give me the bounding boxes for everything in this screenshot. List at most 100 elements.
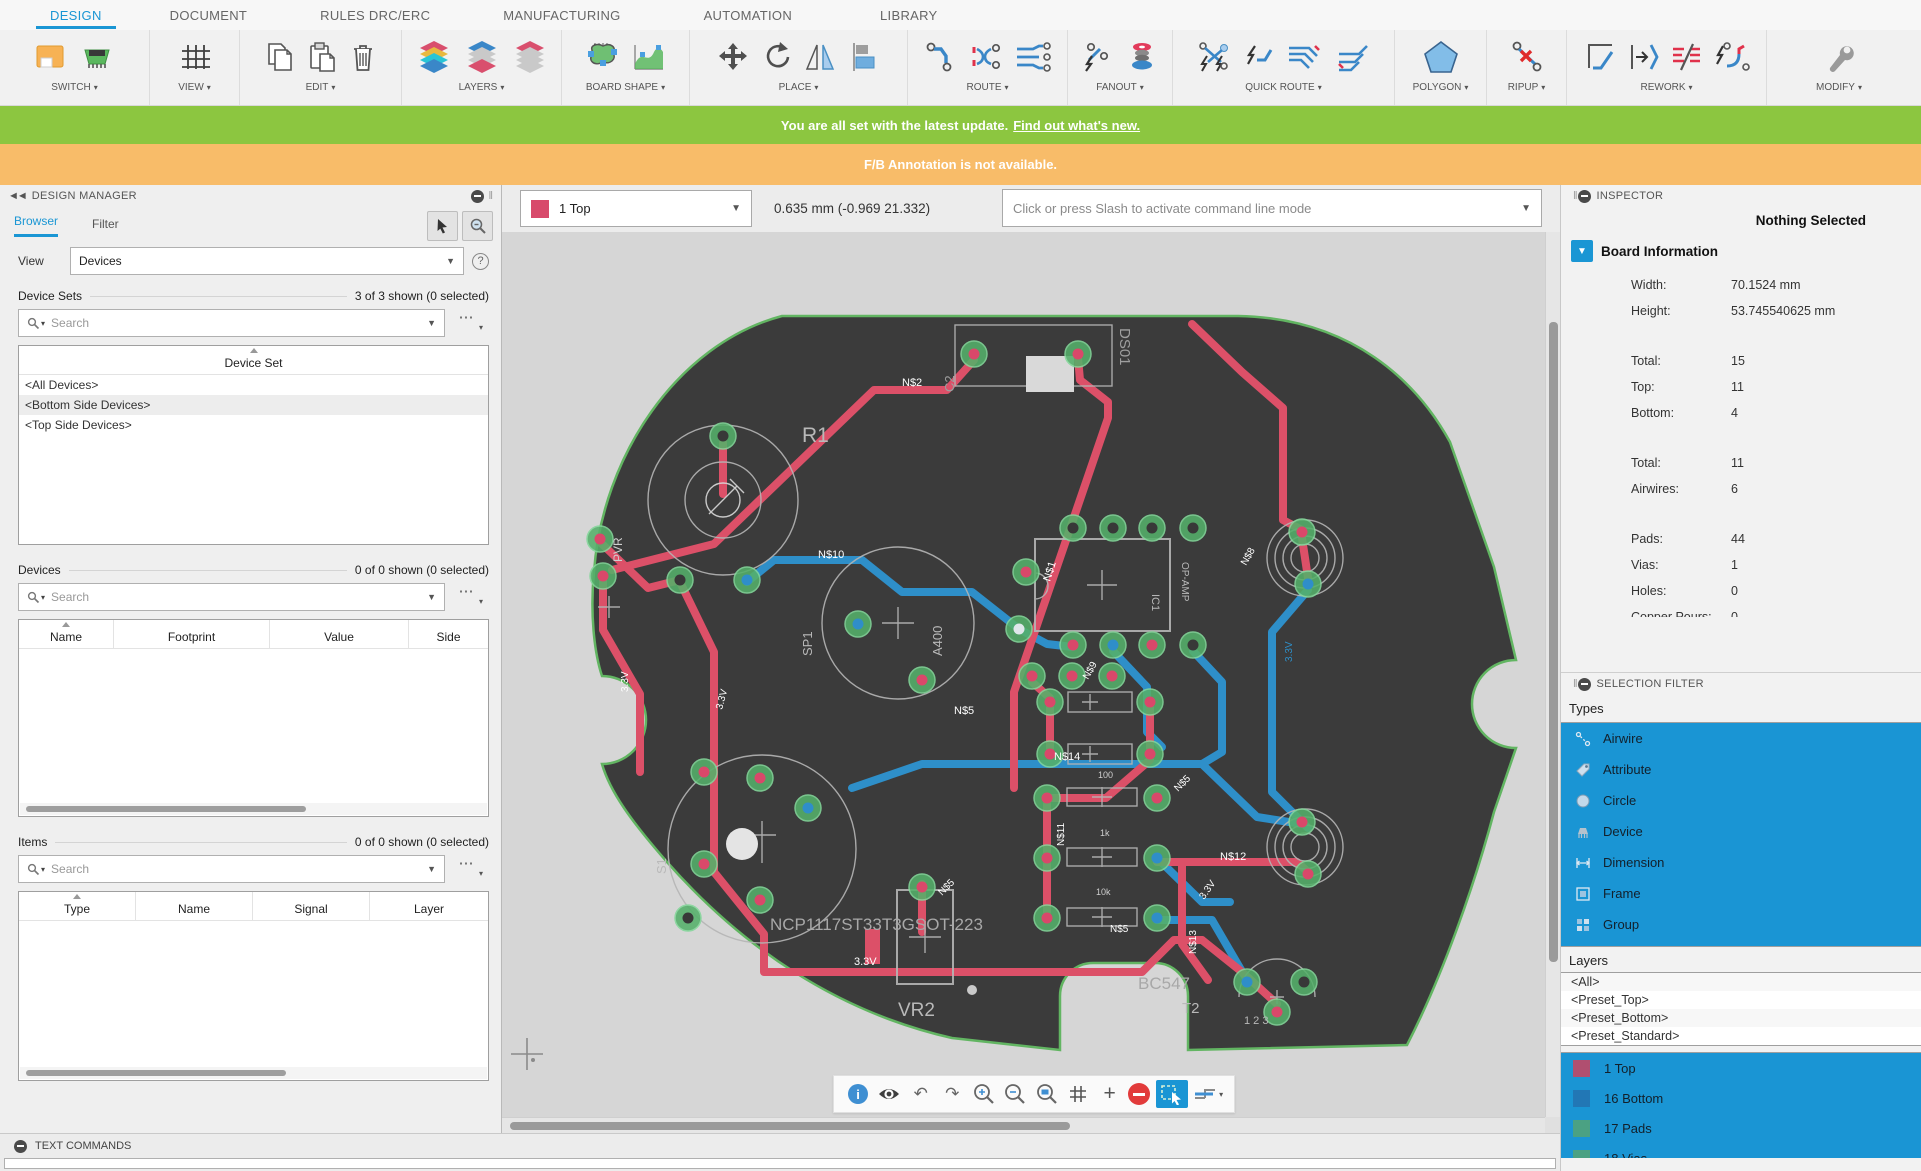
tab-browser[interactable]: Browser bbox=[14, 214, 58, 237]
zoom-selected-button[interactable] bbox=[462, 211, 493, 241]
toolbar-dropdown-switch[interactable]: SWITCH▾ bbox=[51, 82, 97, 93]
toolbar-dropdown-fanout[interactable]: FANOUT▾ bbox=[1096, 82, 1144, 93]
menu-tab-automation[interactable]: AUTOMATION bbox=[690, 2, 806, 29]
layers-top-icon[interactable] bbox=[509, 38, 551, 76]
polygon-icon[interactable] bbox=[1420, 38, 1462, 76]
device-sets-search-input[interactable]: ▾ Search ▼ bbox=[18, 309, 445, 337]
column-header-footprint[interactable]: Footprint bbox=[114, 620, 269, 648]
help-icon[interactable]: ? bbox=[472, 253, 489, 270]
select-tool-button[interactable] bbox=[427, 211, 458, 241]
ripup-icon[interactable] bbox=[1508, 39, 1546, 75]
paste-icon[interactable] bbox=[304, 39, 340, 75]
delete-icon[interactable] bbox=[346, 39, 380, 75]
command-line-input[interactable]: Click or press Slash to activate command… bbox=[1002, 189, 1542, 227]
copy-icon[interactable] bbox=[262, 39, 298, 75]
layer-item-17-pads[interactable]: 17 Pads bbox=[1561, 1113, 1921, 1143]
canvas-vscrollbar[interactable] bbox=[1545, 232, 1560, 1117]
menu-tab-manufacturing[interactable]: MANUFACTURING bbox=[489, 2, 634, 29]
quickroute-multi2-icon[interactable] bbox=[1332, 39, 1374, 75]
menu-tab-library[interactable]: LIBRARY bbox=[866, 2, 952, 29]
fanout-via-stack-icon[interactable] bbox=[1123, 39, 1161, 75]
column-header-layer[interactable]: Layer bbox=[370, 892, 488, 920]
collapse-panel-icon[interactable]: ◄◄ bbox=[8, 190, 26, 202]
items-hscrollbar[interactable] bbox=[20, 1067, 487, 1079]
whats-new-link[interactable]: Find out what's new. bbox=[1013, 118, 1140, 133]
layer-item-18-vias[interactable]: 18 Vias bbox=[1561, 1143, 1921, 1158]
zoom-fit-button[interactable] bbox=[1034, 1081, 1060, 1107]
redo-button[interactable]: ↷ bbox=[939, 1081, 965, 1107]
canvas-hscrollbar[interactable] bbox=[502, 1117, 1545, 1133]
list-item-all-devices[interactable]: <All Devices> bbox=[19, 375, 488, 395]
toolbar-dropdown-polygon[interactable]: POLYGON▾ bbox=[1413, 82, 1469, 93]
minimize-text-commands-icon[interactable] bbox=[14, 1140, 27, 1153]
toolbar-dropdown-rework[interactable]: REWORK▾ bbox=[1640, 82, 1692, 93]
toolbar-dropdown-view[interactable]: VIEW▾ bbox=[178, 82, 211, 93]
quickroute-single-icon[interactable] bbox=[1240, 39, 1278, 75]
rework-curve-icon[interactable] bbox=[1712, 39, 1752, 75]
quickroute-swap-icon[interactable] bbox=[1194, 39, 1234, 75]
pcb-canvas[interactable]: R1DS01C2N$2N$1PVR3.3V3.3V3.3V3.3V3.3VN$1… bbox=[502, 232, 1545, 1117]
list-item-top-side-devices[interactable]: <Top Side Devices> bbox=[19, 415, 488, 435]
device-sets-menu-button[interactable]: ⋯▾ bbox=[445, 313, 489, 333]
rework-corner-icon[interactable] bbox=[1582, 39, 1620, 75]
panel-grip[interactable]: ‖ bbox=[1573, 678, 1578, 690]
toolbar-dropdown-edit[interactable]: EDIT▾ bbox=[306, 82, 336, 93]
minimize-selection-filter-icon[interactable] bbox=[1578, 678, 1591, 691]
toolbar-dropdown-board-shape[interactable]: BOARD SHAPE▾ bbox=[586, 82, 665, 93]
mirror-icon[interactable] bbox=[802, 39, 840, 75]
move-icon[interactable] bbox=[714, 39, 752, 75]
view-select[interactable]: Devices ▼ bbox=[70, 247, 464, 275]
layer-item-1-top[interactable]: 1 Top bbox=[1561, 1053, 1921, 1083]
grid-view-icon[interactable] bbox=[177, 40, 213, 74]
toolbar-dropdown-layers[interactable]: LAYERS▾ bbox=[459, 82, 505, 93]
items-search-input[interactable]: ▾ Search ▼ bbox=[18, 855, 445, 883]
preset-bottom[interactable]: <Preset_Bottom> bbox=[1561, 1009, 1921, 1027]
list-item-bottom-side-devices[interactable]: <Bottom Side Devices> bbox=[19, 395, 488, 415]
board-information-collapse-button[interactable]: ▼ bbox=[1571, 240, 1593, 262]
info-button[interactable]: i bbox=[845, 1081, 871, 1107]
quickroute-multi-icon[interactable] bbox=[1284, 39, 1326, 75]
text-commands-input[interactable] bbox=[4, 1158, 1556, 1169]
panel-grip[interactable]: ‖ bbox=[488, 190, 493, 202]
menu-tab-document[interactable]: DOCUMENT bbox=[156, 2, 262, 29]
remove-button[interactable] bbox=[1128, 1083, 1150, 1105]
fanout-signal-icon[interactable] bbox=[1079, 39, 1117, 75]
switch-board-icon[interactable] bbox=[33, 40, 71, 74]
preset-all[interactable]: <All> bbox=[1561, 973, 1921, 991]
selection-tool-button[interactable] bbox=[1156, 1080, 1188, 1108]
rotate-icon[interactable] bbox=[758, 39, 796, 75]
eye-button[interactable] bbox=[876, 1081, 902, 1107]
type-item-dimension[interactable]: Dimension bbox=[1561, 847, 1921, 878]
crosshair-button[interactable]: + bbox=[1097, 1081, 1123, 1107]
toolbar-dropdown-ripup[interactable]: RIPUP▾ bbox=[1508, 82, 1546, 93]
switch-schematic-icon[interactable] bbox=[77, 40, 117, 74]
layers-bottom-icon[interactable] bbox=[461, 38, 503, 76]
type-item-circle[interactable]: Circle bbox=[1561, 785, 1921, 816]
rework-extend-icon[interactable] bbox=[1626, 39, 1662, 75]
panel-grip[interactable]: ‖ bbox=[1573, 190, 1578, 202]
menu-tab-design[interactable]: DESIGN bbox=[36, 2, 116, 29]
modify-wrench-icon[interactable] bbox=[1819, 38, 1859, 76]
tab-filter[interactable]: Filter bbox=[92, 217, 119, 237]
layers-all-icon[interactable] bbox=[413, 38, 455, 76]
minimize-design-manager-icon[interactable] bbox=[471, 190, 484, 203]
type-item-airwire[interactable]: Airwire bbox=[1561, 723, 1921, 754]
device-set-column-header[interactable]: Device Set bbox=[19, 346, 488, 374]
toolbar-dropdown-place[interactable]: PLACE▾ bbox=[779, 82, 819, 93]
minimize-inspector-icon[interactable] bbox=[1578, 190, 1591, 203]
toolbar-dropdown-quick-route[interactable]: QUICK ROUTE▾ bbox=[1245, 82, 1321, 93]
type-item-attribute[interactable]: Attribute bbox=[1561, 754, 1921, 785]
zoom-in-button[interactable] bbox=[971, 1081, 997, 1107]
column-header-signal[interactable]: Signal bbox=[253, 892, 369, 920]
active-layer-select[interactable]: 1 Top ▼ bbox=[520, 190, 752, 227]
column-header-value[interactable]: Value bbox=[270, 620, 408, 648]
column-header-side[interactable]: Side bbox=[409, 620, 488, 648]
items-menu-button[interactable]: ⋯▾ bbox=[445, 859, 489, 879]
preset-standard[interactable]: <Preset_Standard> bbox=[1561, 1027, 1921, 1045]
grid-toggle-button[interactable] bbox=[1065, 1081, 1091, 1107]
column-header-type[interactable]: Type bbox=[19, 892, 135, 920]
type-item-device[interactable]: Device bbox=[1561, 816, 1921, 847]
column-header-name[interactable]: Name bbox=[136, 892, 252, 920]
toolbar-dropdown-route[interactable]: ROUTE▾ bbox=[966, 82, 1008, 93]
board-curve-icon[interactable] bbox=[629, 39, 669, 75]
